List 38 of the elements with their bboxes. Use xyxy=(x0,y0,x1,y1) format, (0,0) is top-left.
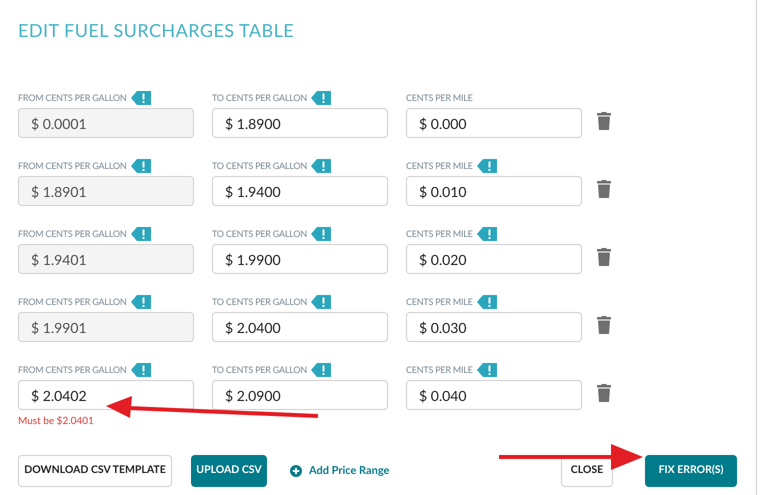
input-field[interactable]: $ 1.9400 xyxy=(212,176,388,206)
input-field[interactable]: $ 0.010 xyxy=(406,176,582,206)
dialog-title: EDIT FUEL SURCHARGES TABLE xyxy=(18,18,296,43)
input-field[interactable]: $ 0.030 xyxy=(406,312,582,342)
trash-icon[interactable] xyxy=(597,248,611,266)
field-label: FROM CENTS PER GALLON xyxy=(18,295,127,309)
field-label: TO CENTS PER GALLON xyxy=(212,363,307,377)
trash-icon[interactable] xyxy=(597,112,611,130)
input-field[interactable]: $ 2.0402 xyxy=(18,380,194,410)
field-label: TO CENTS PER GALLON xyxy=(212,227,307,241)
download-template-button[interactable]: DOWNLOAD CSV TEMPLATE xyxy=(18,455,172,487)
field-label: CENTS PER MILE xyxy=(406,159,473,173)
error-message: Must be $2.0401 xyxy=(18,414,95,429)
input-field[interactable]: $ 1.8900 xyxy=(212,108,388,138)
field-label: CENTS PER MILE xyxy=(406,363,473,377)
field-label: FROM CENTS PER GALLON xyxy=(18,363,127,377)
field-label: FROM CENTS PER GALLON xyxy=(18,91,127,105)
input-field[interactable]: $ 0.000 xyxy=(406,108,582,138)
input-field[interactable]: $ 1.9900 xyxy=(212,244,388,274)
field-label: CENTS PER MILE xyxy=(406,91,473,105)
input-field[interactable]: $ 2.0900 xyxy=(212,380,388,410)
field-label: CENTS PER MILE xyxy=(406,227,473,241)
field-label: FROM CENTS PER GALLON xyxy=(18,159,127,173)
add-price-range-link[interactable]: Add Price Range xyxy=(290,462,390,480)
field-label: FROM CENTS PER GALLON xyxy=(18,227,127,241)
trash-icon[interactable] xyxy=(597,316,611,334)
trash-icon[interactable] xyxy=(597,384,611,402)
input-field[interactable]: $ 0.020 xyxy=(406,244,582,274)
fix-errors-button[interactable]: FIX ERROR(S) xyxy=(645,455,737,487)
trash-icon[interactable] xyxy=(597,180,611,198)
input-field[interactable]: $ 0.040 xyxy=(406,380,582,410)
upload-csv-button[interactable]: UPLOAD CSV xyxy=(191,455,267,487)
field-label: TO CENTS PER GALLON xyxy=(212,295,307,309)
field-label: TO CENTS PER GALLON xyxy=(212,159,307,173)
input-field[interactable]: $ 2.0400 xyxy=(212,312,388,342)
field-label: TO CENTS PER GALLON xyxy=(212,91,307,105)
plus-circle-icon xyxy=(290,465,302,477)
field-label: CENTS PER MILE xyxy=(406,295,473,309)
